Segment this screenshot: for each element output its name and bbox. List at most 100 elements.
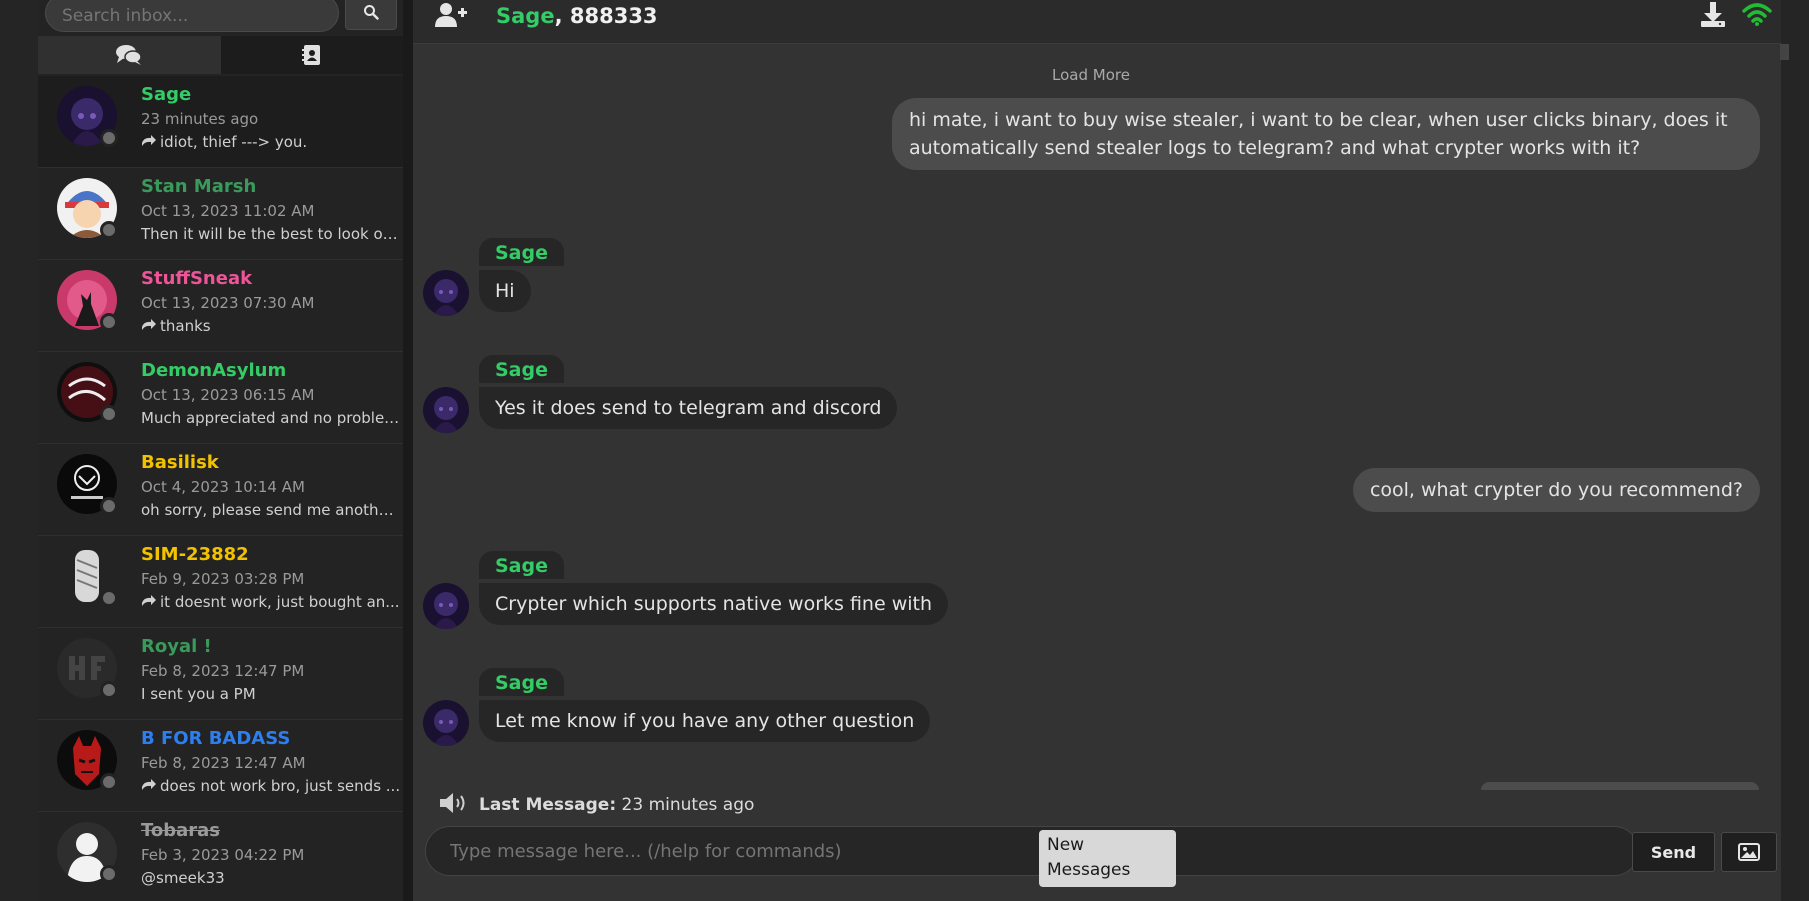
status-dot: [100, 773, 118, 791]
chat-scrollbar-thumb[interactable]: [1780, 44, 1789, 60]
conversation-item[interactable]: Tobaras Feb 3, 2023 04:22 PM @smeek33: [38, 812, 403, 901]
conversation-preview: idiot, thief ---> you.: [141, 133, 401, 151]
conversation-item[interactable]: Basilisk Oct 4, 2023 10:14 AM oh sorry, …: [38, 444, 403, 536]
search-icon: [364, 5, 379, 20]
reply-arrow-icon: [142, 779, 156, 790]
conversation-time: Feb 8, 2023 12:47 PM: [141, 662, 305, 680]
conversation-item[interactable]: StuffSneak Oct 13, 2023 07:30 AM thanks: [38, 260, 403, 352]
partial-message-bubble: [1481, 782, 1759, 790]
chat-title: Sage, 888333: [496, 4, 658, 28]
status-dot: [100, 129, 118, 147]
conversation-preview: Much appreciated and no problem!: [141, 409, 401, 427]
chat-bubbles-icon: [116, 45, 142, 65]
image-icon: [1738, 843, 1760, 861]
conversation-item[interactable]: Stan Marsh Oct 13, 2023 11:02 AM Then it…: [38, 168, 403, 260]
conversation-preview-text: thanks: [160, 317, 211, 335]
inbox-app: Sage 23 minutes ago idiot, thief ---> yo…: [0, 0, 1809, 901]
conversation-item[interactable]: B FOR BADASS Feb 8, 2023 12:47 AM does n…: [38, 720, 403, 812]
contact-name: Basilisk: [141, 452, 219, 473]
search-input[interactable]: [45, 0, 339, 32]
download-icon[interactable]: [1700, 2, 1726, 28]
page-scrollbar-track[interactable]: [1781, 0, 1809, 901]
conversation-time: Feb 3, 2023 04:22 PM: [141, 846, 305, 864]
conversation-preview-text: does not work bro, just sends ...: [160, 777, 401, 795]
status-dot: [100, 221, 118, 239]
add-user-icon[interactable]: [435, 2, 467, 28]
search-row: [38, 0, 403, 36]
panel-divider: [403, 0, 413, 901]
conversation-preview: @smeek33: [141, 869, 225, 887]
reply-arrow-icon: [142, 135, 156, 146]
conversation-time: Oct 13, 2023 11:02 AM: [141, 202, 315, 220]
message-list: Load More hi mate, i want to buy wise st…: [413, 44, 1769, 790]
conversation-time: Oct 4, 2023 10:14 AM: [141, 478, 305, 496]
wifi-icon: [1742, 3, 1772, 26]
conversation-time: Oct 13, 2023 07:30 AM: [141, 294, 315, 312]
last-message-label: Last Message:: [479, 795, 617, 815]
last-message-time: 23 minutes ago: [621, 795, 755, 815]
conversation-item[interactable]: DemonAsylum Oct 13, 2023 06:15 AM Much a…: [38, 352, 403, 444]
chat-contact-id: , 888333: [554, 4, 658, 28]
status-dot: [100, 681, 118, 699]
contact-name: StuffSneak: [141, 268, 253, 289]
conversation-preview-text: it doesnt work, just bought an...: [160, 593, 400, 611]
tab-conversations[interactable]: [38, 36, 221, 74]
new-messages-line2: Messages: [1047, 860, 1131, 880]
new-messages-line1: New: [1047, 835, 1085, 855]
tab-contacts[interactable]: [220, 36, 403, 74]
conversation-item[interactable]: Royal ! Feb 8, 2023 12:47 PM I sent you …: [38, 628, 403, 720]
contact-name: Tobaras: [141, 820, 221, 841]
send-button[interactable]: Send: [1632, 832, 1715, 872]
sender-name-tag: Sage: [479, 668, 564, 696]
new-messages-indicator[interactable]: New Messages: [1039, 830, 1176, 887]
conversation-item[interactable]: SIM-23882 Feb 9, 2023 03:28 PM it doesnt…: [38, 536, 403, 628]
sidebar: Sage 23 minutes ago idiot, thief ---> yo…: [38, 0, 403, 901]
chat-panel: Sage, 888333 Load More hi mate, i want t…: [413, 0, 1781, 901]
sender-name-tag: Sage: [479, 238, 564, 266]
sender-avatar: [423, 700, 469, 746]
conversation-preview: thanks: [141, 317, 401, 335]
conversation-item[interactable]: Sage 23 minutes ago idiot, thief ---> yo…: [38, 76, 403, 168]
conversation-time: 23 minutes ago: [141, 110, 259, 128]
message-bubble-incoming: Hi: [479, 270, 531, 312]
conversation-preview: oh sorry, please send me anothe...: [141, 501, 401, 519]
chat-contact-name: Sage: [496, 4, 555, 28]
sender-avatar: [423, 387, 469, 433]
left-gutter: [0, 0, 38, 901]
sender-name-tag: Sage: [479, 551, 564, 579]
conversation-preview: I sent you a PM: [141, 685, 256, 703]
conversation-time: Oct 13, 2023 06:15 AM: [141, 386, 315, 404]
status-dot: [100, 313, 118, 331]
sender-avatar: [423, 270, 469, 316]
load-more-link[interactable]: Load More: [413, 66, 1769, 84]
status-dot: [100, 405, 118, 423]
conversation-preview: Then it will be the best to look on...: [141, 225, 401, 243]
reply-arrow-icon: [142, 595, 156, 606]
sidebar-tabs: [38, 36, 403, 74]
status-dot: [100, 497, 118, 515]
message-bubble-outgoing: cool, what crypter do you recommend?: [1352, 468, 1760, 512]
contact-name: B FOR BADASS: [141, 728, 291, 749]
contact-name: Stan Marsh: [141, 176, 257, 197]
contact-name: Royal !: [141, 636, 212, 657]
message-input[interactable]: [425, 826, 1639, 876]
message-bubble-outgoing: hi mate, i want to buy wise stealer, i w…: [892, 98, 1760, 170]
speaker-icon[interactable]: [439, 792, 469, 814]
sender-name-tag: Sage: [479, 355, 564, 383]
status-dot: [100, 865, 118, 883]
status-dot: [100, 589, 118, 607]
conversation-time: Feb 8, 2023 12:47 AM: [141, 754, 306, 772]
contact-card-icon: [301, 45, 320, 65]
search-button[interactable]: [345, 0, 397, 30]
conversation-list: Sage 23 minutes ago idiot, thief ---> yo…: [38, 76, 403, 901]
contact-name: Sage: [141, 84, 192, 105]
conversation-preview: it doesnt work, just bought an...: [141, 593, 401, 611]
conversation-preview-text: idiot, thief ---> you.: [160, 133, 308, 151]
contact-name: SIM-23882: [141, 544, 249, 565]
sender-avatar: [423, 583, 469, 629]
message-bubble-incoming: Yes it does send to telegram and discord: [479, 387, 898, 429]
reply-arrow-icon: [142, 319, 156, 330]
attach-image-button[interactable]: [1721, 832, 1777, 872]
message-bubble-incoming: Crypter which supports native works fine…: [479, 583, 948, 625]
conversation-preview: does not work bro, just sends ...: [141, 777, 401, 795]
